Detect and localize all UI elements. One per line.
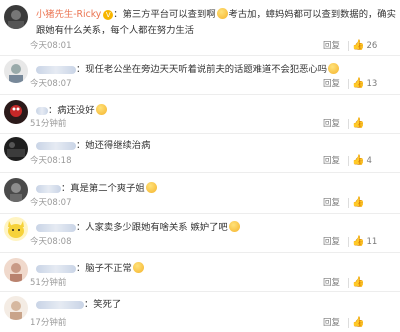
reply-button[interactable]: 回复 [323, 155, 340, 167]
comment-item: ：人家卖多少跟她有啥关系 嫉妒了吧 今天08:08 回复 👍 11 [0, 214, 400, 253]
comment-meta: 51分钟前 回复 👍 [30, 277, 394, 289]
thumbs-up-icon: 👍 [352, 197, 365, 208]
username-link[interactable] [36, 300, 84, 309]
comment-meta: 今天08:01 回复 👍 26 [30, 40, 394, 52]
smiley-emoji-icon [228, 221, 240, 232]
username-link[interactable] [36, 184, 61, 193]
timestamp: 17分钟前 [30, 318, 67, 328]
like-button[interactable]: 👍 [352, 118, 394, 130]
like-button[interactable]: 👍 [352, 317, 394, 329]
comment-item: ：笑死了 17分钟前 回复 👍 [0, 292, 400, 332]
comment-item: ：病还没好 51分钟前 回复 👍 [0, 95, 400, 134]
timestamp: 今天08:01 [30, 41, 72, 51]
comment-meta: 今天08:08 回复 👍 11 [30, 236, 394, 248]
reply-button[interactable]: 回复 [323, 277, 340, 289]
smiley-emoji-icon [95, 104, 107, 115]
like-count: 13 [366, 79, 378, 89]
like-button[interactable]: 👍 [352, 197, 394, 209]
username-link[interactable] [36, 264, 76, 273]
reply-button[interactable]: 回复 [323, 317, 340, 329]
avatar[interactable] [4, 100, 28, 124]
comment-text: ：病还没好 [36, 104, 396, 117]
smiley-emoji-icon [328, 63, 340, 74]
like-button[interactable]: 👍 11 [352, 236, 394, 248]
comment-item: 小猪先生-Ricky V ：第三方平台可以查到啊 考古加，蟑妈妈都可以查到数据的，确实… [0, 0, 400, 56]
comment-meta: 今天08:18 回复 👍 4 [30, 155, 394, 167]
username-link[interactable] [36, 106, 48, 115]
smiley-emoji-icon [132, 262, 144, 273]
comment-item: ：脑子不正常 51分钟前 回复 👍 [0, 253, 400, 292]
divider [348, 318, 349, 328]
username-link[interactable] [36, 65, 76, 74]
timestamp: 51分钟前 [30, 119, 67, 129]
reply-button[interactable]: 回复 [323, 236, 340, 248]
comment-list: 小猪先生-Ricky V ：第三方平台可以查到啊 考古加，蟑妈妈都可以查到数据的，确实… [0, 0, 400, 332]
divider [348, 198, 349, 208]
username-link[interactable]: 小猪先生-Ricky [36, 9, 101, 20]
divider [348, 278, 349, 288]
comment-meta: 51分钟前 回复 👍 [30, 118, 394, 130]
thumbs-up-icon: 👍 [352, 78, 365, 89]
divider [348, 119, 349, 129]
timestamp: 今天08:07 [30, 79, 72, 89]
reply-button[interactable]: 回复 [323, 197, 340, 209]
timestamp: 51分钟前 [30, 278, 67, 288]
avatar[interactable] [4, 296, 28, 320]
like-button[interactable]: 👍 26 [352, 40, 394, 52]
reply-button[interactable]: 回复 [323, 78, 340, 90]
like-button[interactable]: 👍 4 [352, 155, 394, 167]
thumbs-up-icon: 👍 [352, 277, 365, 288]
comment-text: ：笑死了 [36, 299, 396, 311]
timestamp: 今天08:07 [30, 198, 72, 208]
username-link[interactable] [36, 223, 76, 232]
comment-text-continued: 跟她有什么关系，每个人都在努力生活 [36, 25, 195, 36]
comment-meta: 今天08:07 回复 👍 13 [30, 78, 394, 90]
comment-text: ：脑子不正常 [36, 262, 396, 275]
thumbs-up-icon: 👍 [352, 40, 365, 51]
thumbs-up-icon: 👍 [352, 155, 365, 166]
comment-meta: 今天08:07 回复 👍 [30, 197, 394, 209]
comment-text: 小猪先生-Ricky V ：第三方平台可以查到啊 考古加，蟑妈妈都可以查到数据的，确实… [36, 8, 396, 20]
avatar[interactable] [4, 258, 28, 282]
comment-item: ：现任老公坐在旁边天天听着说前夫的话题难道不会犯恶心吗 今天08:07 回复 👍… [0, 56, 400, 95]
comment-text: ：人家卖多少跟她有啥关系 嫉妒了吧 [36, 221, 396, 234]
like-count: 4 [366, 156, 372, 166]
comment-item: ：真是第二个爽子姐 今天08:07 回复 👍 [0, 173, 400, 214]
vip-badge-icon: V [103, 10, 114, 20]
thumbs-up-icon: 👍 [352, 317, 365, 328]
divider [348, 156, 349, 166]
comment-text: ：现任老公坐在旁边天天听着说前夫的话题难道不会犯恶心吗 [36, 63, 396, 76]
divider [348, 237, 349, 247]
comment-text: ：她还得继续治病 [36, 140, 396, 152]
username-link[interactable] [36, 141, 76, 150]
divider [348, 41, 349, 51]
avatar[interactable] [4, 5, 28, 29]
smiley-emoji-icon [145, 182, 157, 193]
avatar[interactable] [4, 59, 28, 83]
like-button[interactable]: 👍 13 [352, 78, 394, 90]
like-count: 11 [366, 237, 378, 247]
timestamp: 今天08:08 [30, 237, 72, 247]
reply-button[interactable]: 回复 [323, 118, 340, 130]
reply-button[interactable]: 回复 [323, 40, 340, 52]
avatar[interactable] [4, 137, 28, 161]
smiley-emoji-icon [216, 8, 228, 19]
like-count: 26 [366, 41, 378, 51]
divider [348, 79, 349, 89]
avatar[interactable] [4, 178, 28, 202]
like-button[interactable]: 👍 [352, 277, 394, 289]
comment-meta: 17分钟前 回复 👍 [30, 317, 394, 329]
thumbs-up-icon: 👍 [352, 118, 365, 129]
avatar[interactable] [4, 217, 28, 241]
timestamp: 今天08:18 [30, 156, 72, 166]
thumbs-up-icon: 👍 [352, 236, 365, 247]
comment-text: ：真是第二个爽子姐 [36, 182, 396, 195]
comment-item: ：她还得继续治病 今天08:18 回复 👍 4 [0, 134, 400, 173]
